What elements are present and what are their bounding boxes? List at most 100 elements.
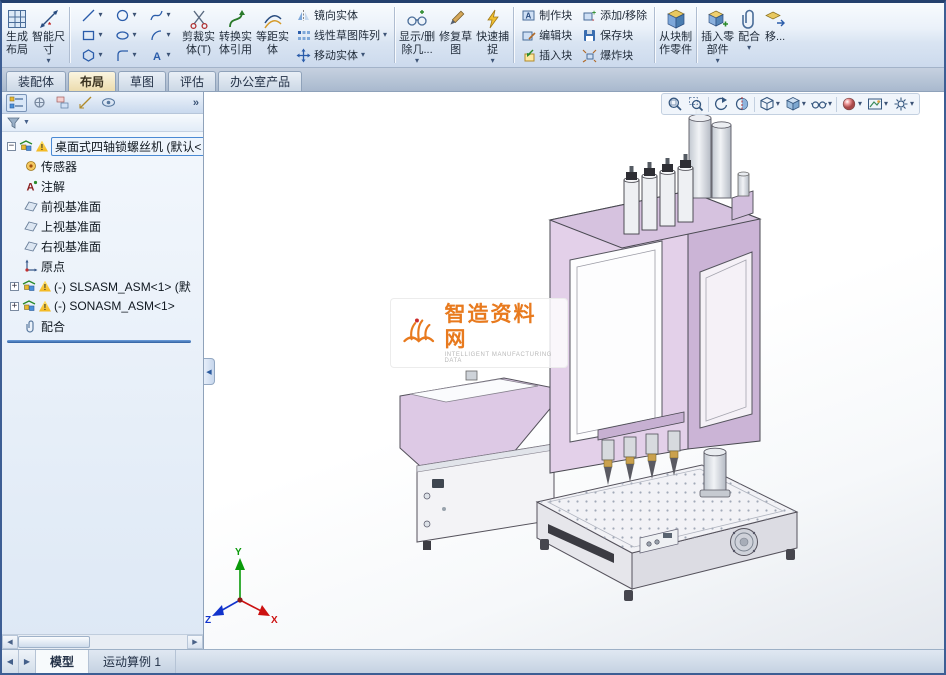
tree-row-sensors[interactable]: 传感器 xyxy=(4,156,203,176)
scrollbar-thumb[interactable] xyxy=(18,636,90,648)
edit-appearance-button[interactable]: ▾ xyxy=(839,94,864,114)
polygon-tool-button[interactable]: ▾ xyxy=(75,45,109,65)
model-feeder-unit[interactable] xyxy=(400,371,554,550)
trim-entities-button[interactable]: 剪裁实 体(T) xyxy=(180,4,217,66)
offset-entities-label-line2: 体 xyxy=(267,44,278,57)
rectangle-tool-button[interactable]: ▾ xyxy=(75,25,109,45)
rollback-bar[interactable] xyxy=(7,340,191,343)
coordinate-triad: Y X Z xyxy=(205,547,278,626)
right-arrow-icon: ▶ xyxy=(24,657,30,666)
property-manager-tab[interactable] xyxy=(29,94,50,112)
view-orientation-button[interactable]: ▾ xyxy=(757,94,782,114)
scrollbar-track[interactable] xyxy=(18,635,187,649)
repair-sketch-label-line1: 修复草 xyxy=(439,31,472,44)
model-machine-body[interactable] xyxy=(550,102,760,497)
model-tab[interactable]: 模型 xyxy=(36,650,89,673)
tree-row-annotations[interactable]: A 注解 xyxy=(4,176,203,196)
ribbon-separator xyxy=(69,7,70,63)
explode-block-button[interactable]: 爆炸块 xyxy=(579,46,650,65)
motion-study-tab[interactable]: 运动算例 1 xyxy=(89,650,176,673)
graphics-viewport[interactable]: Y X Z xyxy=(204,92,944,649)
previous-view-button[interactable] xyxy=(711,94,731,114)
tree-root-label: 桌面式四轴锁螺丝机 (默认< xyxy=(51,137,203,156)
ellipse-tool-button[interactable]: ▾ xyxy=(109,25,143,45)
tree-horizontal-scrollbar[interactable]: ◀ ▶ xyxy=(2,634,203,649)
tree-row-top-plane[interactable]: 上视基准面 xyxy=(4,216,203,236)
insert-components-button[interactable]: 插入零 部件 ▾ xyxy=(699,4,736,66)
expand-expander-icon[interactable]: + xyxy=(10,302,19,311)
dropdown-arrow-icon: ▾ xyxy=(361,51,365,59)
trim-entities-label-line2: 体(T) xyxy=(186,44,211,57)
dim-xpert-tab[interactable] xyxy=(75,94,96,112)
hud-separator xyxy=(708,97,709,112)
zoom-to-fit-button[interactable] xyxy=(665,94,685,114)
feature-manager-tab[interactable] xyxy=(6,94,27,112)
tab-sketch[interactable]: 草图 xyxy=(118,71,166,91)
study-tabs-scroll-right-button[interactable]: ▶ xyxy=(19,650,36,673)
create-layout-button[interactable]: 生成 布局 xyxy=(4,4,30,66)
display-style-button[interactable]: ▾ xyxy=(783,94,808,114)
repair-sketch-button[interactable]: 修复草 图 xyxy=(437,4,474,66)
filter-dropdown-icon[interactable]: ▼ xyxy=(23,119,30,126)
add-remove-button[interactable]: +- 添加/移除 xyxy=(579,6,650,25)
circle-tool-button[interactable]: ▾ xyxy=(109,5,143,25)
tab-layout[interactable]: 布局 xyxy=(68,71,116,91)
section-view-button[interactable] xyxy=(732,94,752,114)
text-tool-button[interactable]: A ▾ xyxy=(143,45,177,65)
hide-show-items-icon xyxy=(811,96,827,112)
tab-office-products[interactable]: 办公室产品 xyxy=(218,71,302,91)
move-entities-label: 移动实体 xyxy=(314,47,358,63)
line-tool-button[interactable]: ▾ xyxy=(75,5,109,25)
make-block-button[interactable]: A 制作块 xyxy=(518,6,575,25)
tab-assembly[interactable]: 装配体 xyxy=(6,71,66,91)
display-delete-relations-button[interactable]: 显示/删 除几... ▾ xyxy=(397,4,437,66)
mate-button[interactable]: 配合 ▾ xyxy=(736,4,762,66)
study-tabs-scroll-left-button[interactable]: ◀ xyxy=(2,650,19,673)
view-settings-button[interactable]: ▾ xyxy=(891,94,916,114)
panel-tab-strip: » xyxy=(2,92,203,114)
make-part-from-block-icon xyxy=(665,8,687,30)
make-part-from-block-button[interactable]: 从块制 作零件 xyxy=(657,4,694,66)
fillet-tool-button[interactable]: ▾ xyxy=(109,45,143,65)
quick-snaps-button[interactable]: 快速捕 捉 ▾ xyxy=(474,4,511,66)
spline-tool-button[interactable]: ▾ xyxy=(143,5,177,25)
hide-show-items-button[interactable]: ▾ xyxy=(809,94,834,114)
plane-icon xyxy=(24,199,38,213)
arc-tool-button[interactable]: ▾ xyxy=(143,25,177,45)
warning-icon: ! xyxy=(39,281,51,292)
convert-entities-button[interactable]: 转换实 体引用 xyxy=(217,4,254,66)
tree-row-front-plane[interactable]: 前视基准面 xyxy=(4,196,203,216)
offset-entities-button[interactable]: 等距实 体 xyxy=(254,4,291,66)
tree-row-slsasm[interactable]: + ! (-) SLSASM_ASM<1> (默 xyxy=(4,276,203,296)
insert-block-button[interactable]: 插入块 xyxy=(518,46,575,65)
linear-sketch-pattern-button[interactable]: 线性草图阵列 ▾ xyxy=(293,26,390,45)
model-base-table[interactable] xyxy=(537,465,797,601)
display-manager-tab[interactable] xyxy=(98,94,119,112)
mirror-entities-button[interactable]: 镜向实体 xyxy=(293,6,390,25)
tree-row-assembly-root[interactable]: − ! 桌面式四轴锁螺丝机 (默认< xyxy=(4,136,203,156)
save-block-button[interactable]: 保存块 xyxy=(579,26,650,45)
tree-row-right-plane[interactable]: 右视基准面 xyxy=(4,236,203,256)
configuration-manager-tab[interactable] xyxy=(52,94,73,112)
scroll-left-button[interactable]: ◀ xyxy=(2,635,18,649)
scroll-right-button[interactable]: ▶ xyxy=(187,635,203,649)
move-entities-button[interactable]: 移动实体 ▾ xyxy=(293,46,390,65)
panel-overflow-chevron[interactable]: » xyxy=(193,97,199,109)
panel-collapse-button[interactable]: ◀ xyxy=(204,358,215,385)
right-arrow-icon: ▶ xyxy=(192,638,197,646)
expand-expander-icon[interactable]: + xyxy=(10,282,19,291)
add-remove-label: 添加/移除 xyxy=(600,7,647,23)
edit-block-button[interactable]: 编辑块 xyxy=(518,26,575,45)
tab-evaluate[interactable]: 评估 xyxy=(168,71,216,91)
filter-funnel-icon[interactable] xyxy=(7,117,20,129)
zoom-to-area-button[interactable] xyxy=(686,94,706,114)
model-canvas[interactable]: Y X Z xyxy=(204,92,943,649)
tree-row-origin[interactable]: 原点 xyxy=(4,256,203,276)
collapse-expander-icon[interactable]: − xyxy=(7,142,16,151)
apply-scene-button[interactable]: ▾ xyxy=(865,94,890,114)
tree-row-sonasm[interactable]: + ! (-) SONASM_ASM<1> xyxy=(4,296,203,316)
section-view-icon xyxy=(734,96,750,112)
smart-dimension-button[interactable]: * 智能尺 寸 ▾ xyxy=(30,4,67,66)
move-component-button[interactable]: 移... xyxy=(762,4,788,66)
tree-row-mates[interactable]: 配合 xyxy=(4,316,203,336)
